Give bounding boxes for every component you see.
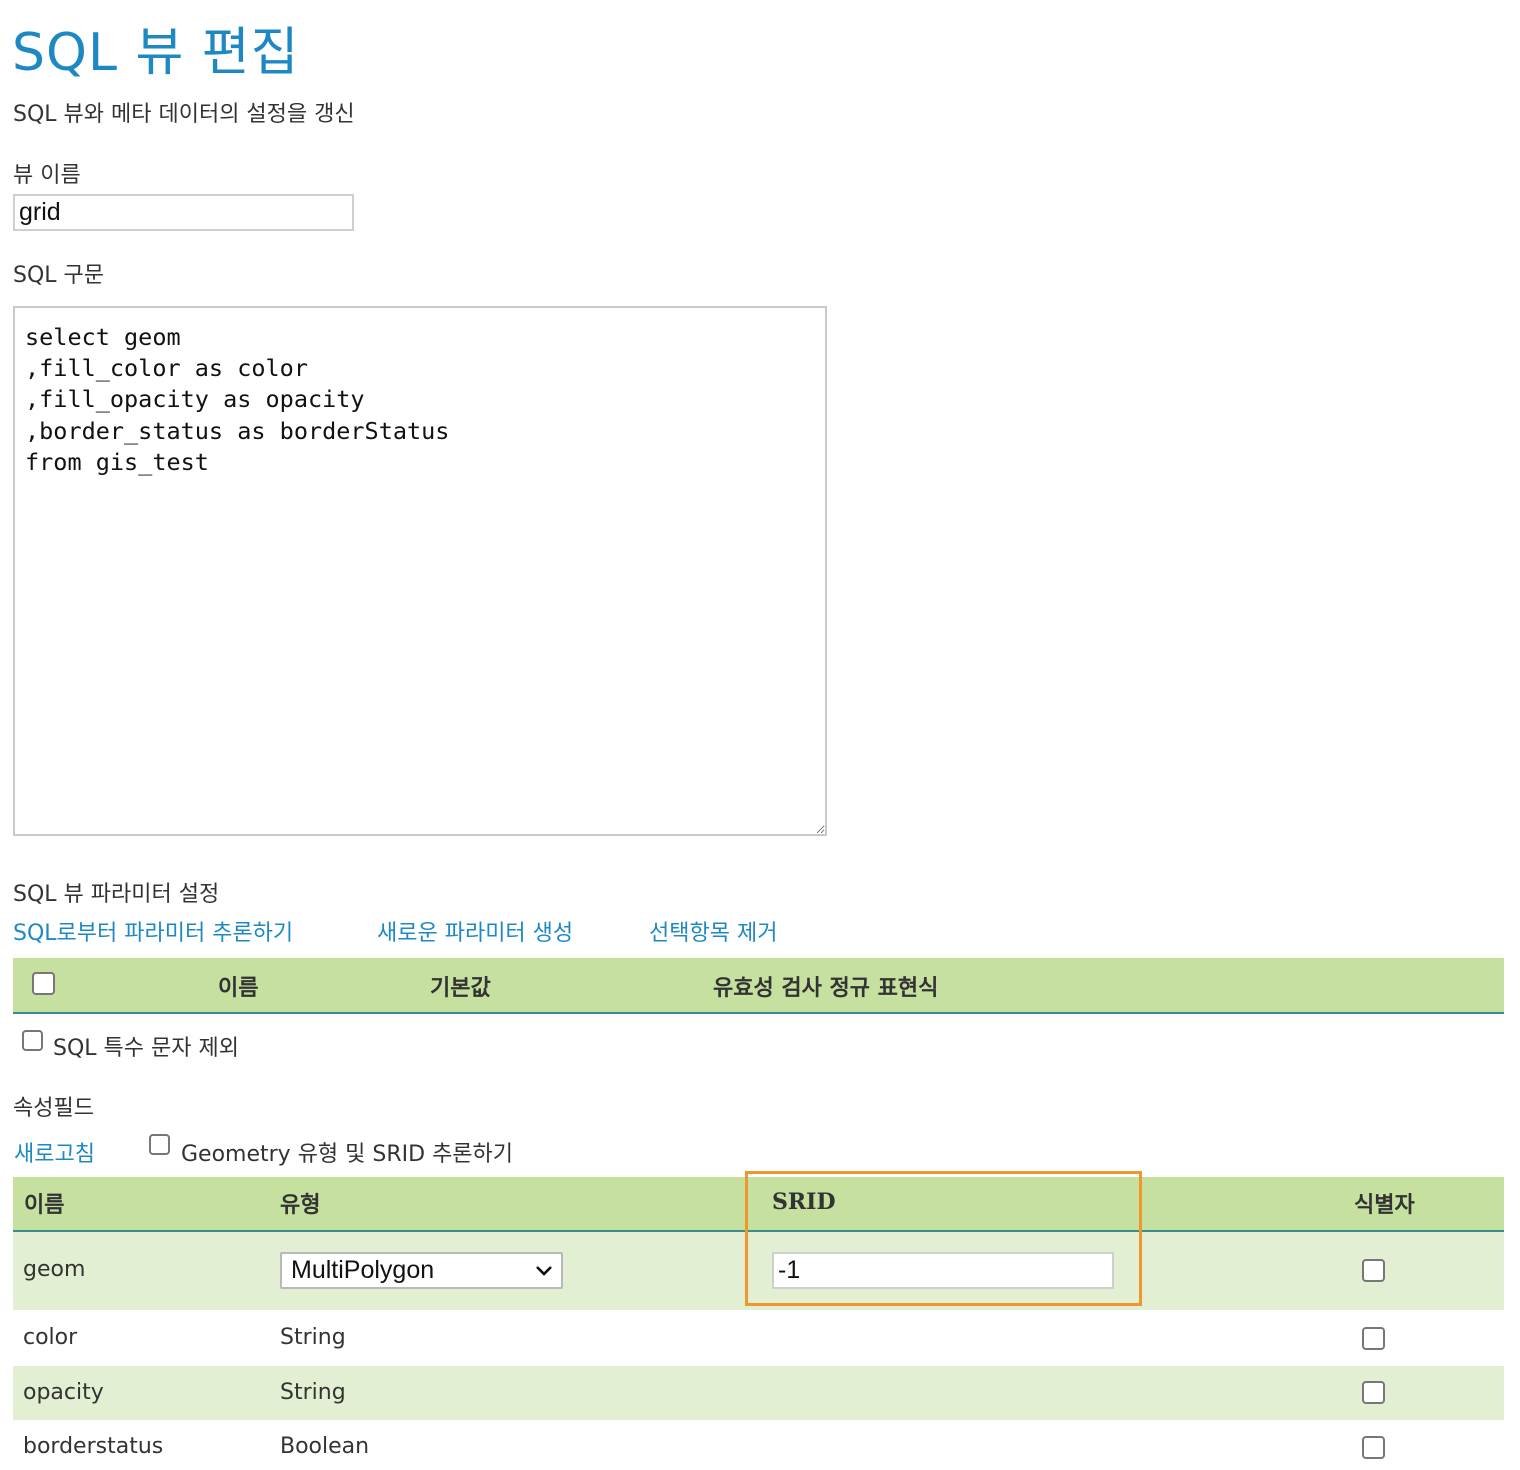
parameters-table-header: 이름 기본값 유효성 검사 정규 표현식 [13, 958, 1504, 1014]
table-row: opacity String [13, 1366, 1504, 1420]
view-name-input[interactable] [13, 194, 354, 231]
geometry-type-value: MultiPolygon [291, 1256, 435, 1284]
table-row: color String [13, 1310, 1504, 1366]
table-row: geom [13, 1232, 1504, 1310]
attr-column-type: 유형 [280, 1193, 321, 1218]
refresh-link[interactable]: 새로고침 [14, 1136, 95, 1168]
parameters-section-label: SQL 뷰 파라미터 설정 [13, 882, 220, 907]
table-row: borderstatus Boolean [13, 1420, 1504, 1470]
attr-name: borderstatus [23, 1434, 164, 1459]
identifier-checkbox[interactable] [1362, 1381, 1385, 1404]
attributes-section-label: 속성필드 [13, 1096, 94, 1121]
attr-name: opacity [23, 1380, 104, 1405]
attr-type: String [280, 1380, 346, 1405]
sql-textarea[interactable]: select geom ,fill_color as color ,fill_o… [13, 306, 827, 836]
attr-name: geom [23, 1257, 86, 1282]
page-subtitle: SQL 뷰와 메타 데이터의 설정을 갱신 [13, 102, 355, 127]
escape-sql-label: SQL 특수 문자 제외 [53, 1036, 239, 1061]
guess-parameters-link[interactable]: SQL로부터 파라미터 추론하기 [13, 915, 293, 947]
guess-geometry-checkbox[interactable] [149, 1134, 170, 1155]
param-column-regex: 유효성 검사 정규 표현식 [713, 976, 939, 1001]
view-name-label: 뷰 이름 [13, 163, 81, 188]
attr-type: Boolean [280, 1434, 370, 1459]
identifier-checkbox[interactable] [1362, 1436, 1385, 1459]
select-all-parameters-checkbox[interactable] [32, 972, 55, 995]
chevron-down-icon [536, 1266, 552, 1276]
srid-input[interactable] [772, 1252, 1114, 1289]
identifier-checkbox[interactable] [1362, 1259, 1385, 1282]
attr-column-srid: SRID [772, 1189, 836, 1215]
remove-selected-link[interactable]: 선택항목 제거 [649, 915, 777, 947]
attributes-table-header: 이름 유형 SRID 식별자 [13, 1177, 1504, 1232]
escape-sql-checkbox[interactable] [22, 1030, 43, 1051]
sql-statement-label: SQL 구문 [13, 263, 105, 288]
param-column-name: 이름 [218, 976, 259, 1001]
geometry-type-select[interactable]: MultiPolygon [280, 1252, 563, 1289]
attr-column-name: 이름 [24, 1193, 65, 1218]
identifier-checkbox[interactable] [1362, 1327, 1385, 1350]
new-parameter-link[interactable]: 새로운 파라미터 생성 [377, 915, 573, 947]
param-column-default: 기본값 [430, 976, 491, 1001]
attr-column-identifier: 식별자 [1354, 1193, 1415, 1218]
page-title: SQL 뷰 편집 [12, 23, 300, 83]
attr-name: color [23, 1325, 78, 1350]
attr-type: String [280, 1325, 346, 1350]
guess-geometry-label: Geometry 유형 및 SRID 추론하기 [181, 1142, 514, 1167]
